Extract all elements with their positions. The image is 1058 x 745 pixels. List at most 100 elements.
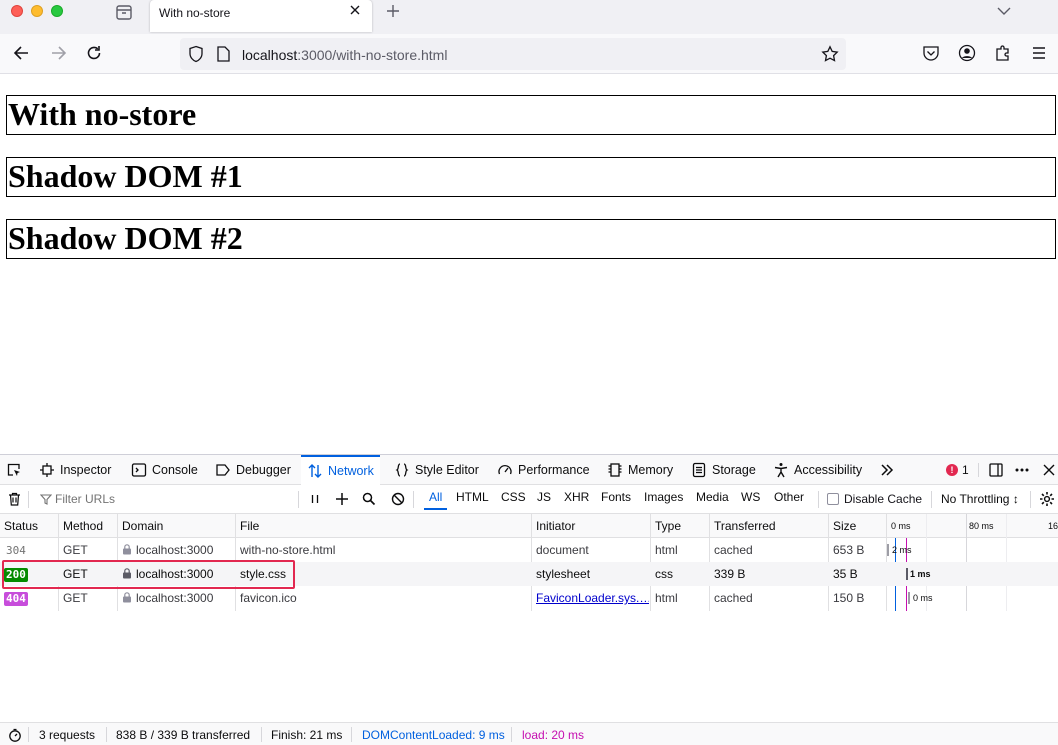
filter-type-html[interactable]: HTML	[451, 491, 494, 510]
waterfall-tick-label: 16	[1048, 521, 1058, 531]
block-requests-icon[interactable]	[391, 492, 405, 506]
account-icon[interactable]	[958, 44, 976, 62]
table-row[interactable]: 304 GET localhost:3000 with-no-store.htm…	[0, 538, 1058, 562]
element-picker-icon[interactable]	[6, 462, 22, 478]
window-close-button[interactable]	[11, 5, 23, 17]
url-bar[interactable]: localhost:3000/with-no-store.html	[180, 38, 846, 70]
tab-label: Memory	[628, 463, 674, 477]
forward-arrow-icon[interactable]	[48, 43, 68, 63]
tab-close-icon[interactable]	[348, 3, 362, 17]
filter-type-all[interactable]: All	[424, 491, 448, 510]
initiator-cell: document	[536, 543, 589, 557]
column-header-transferred[interactable]: Transferred	[710, 514, 826, 538]
tab-storage[interactable]: Storage	[691, 455, 756, 485]
column-header-type[interactable]: Type	[651, 514, 706, 538]
devtools-panel: Inspector Console Debugger Network Style…	[0, 454, 1058, 745]
tab-label: Debugger	[236, 463, 291, 477]
tab-debugger[interactable]: Debugger	[215, 455, 291, 485]
filter-urls-input[interactable]	[30, 488, 290, 510]
table-header: Status Method Domain File Initiator Type…	[0, 514, 1058, 538]
navigation-toolbar: localhost:3000/with-no-store.html	[0, 34, 1058, 74]
tab-network[interactable]: Network	[301, 455, 380, 485]
extensions-icon[interactable]	[994, 44, 1012, 62]
tab-console[interactable]: Console	[131, 455, 198, 485]
filter-type-fonts[interactable]: Fonts	[596, 491, 636, 510]
firefox-view-icon[interactable]	[114, 2, 134, 22]
new-tab-icon[interactable]	[385, 3, 401, 19]
timer-icon[interactable]	[8, 728, 22, 742]
error-icon: !	[946, 464, 958, 476]
shield-icon[interactable]	[188, 45, 204, 63]
divider	[298, 491, 299, 508]
bookmark-star-icon[interactable]	[821, 45, 839, 63]
dock-side-icon[interactable]	[988, 462, 1004, 478]
devtools-toolbar: Inspector Console Debugger Network Style…	[0, 455, 1058, 485]
console-icon	[131, 463, 147, 477]
url-text[interactable]: localhost:3000/with-no-store.html	[242, 47, 447, 63]
tab-label: Storage	[712, 463, 756, 477]
initiator-cell: stylesheet	[536, 567, 591, 581]
tab-accessibility[interactable]: Accessibility	[773, 455, 862, 485]
column-header-file[interactable]: File	[236, 514, 530, 538]
pause-icon[interactable]	[308, 492, 322, 506]
filter-type-css[interactable]: CSS	[496, 491, 531, 510]
column-header-method[interactable]: Method	[59, 514, 116, 538]
filter-type-xhr[interactable]: XHR	[559, 491, 594, 510]
tab-performance[interactable]: Performance	[497, 455, 590, 485]
column-header-status[interactable]: Status	[0, 514, 57, 538]
reload-icon[interactable]	[84, 43, 104, 63]
column-header-initiator[interactable]: Initiator	[532, 514, 649, 538]
more-tools-chevron-icon[interactable]	[879, 462, 895, 478]
search-icon[interactable]	[362, 492, 376, 506]
filter-type-other[interactable]: Other	[769, 491, 809, 510]
add-request-icon[interactable]	[335, 492, 349, 506]
pocket-icon[interactable]	[922, 44, 940, 62]
size-cell: 653 B	[833, 543, 865, 557]
checkbox-box[interactable]	[827, 493, 839, 505]
tab-style-editor[interactable]: Style Editor	[394, 455, 479, 485]
filter-type-ws[interactable]: WS	[736, 491, 765, 510]
divider	[818, 491, 819, 508]
method-cell: GET	[63, 567, 88, 581]
table-row[interactable]: 200 GET localhost:3000 style.css stylesh…	[0, 562, 1058, 586]
filter-type-images[interactable]: Images	[639, 491, 688, 510]
inspector-icon	[40, 463, 54, 477]
lock-icon	[123, 568, 131, 579]
tab-label: Inspector	[60, 463, 112, 477]
window-zoom-button[interactable]	[51, 5, 63, 17]
chevron-down-icon[interactable]	[996, 4, 1012, 18]
close-icon[interactable]	[1041, 462, 1057, 478]
tab-memory[interactable]: Memory	[607, 455, 673, 485]
column-header-size[interactable]: Size	[829, 514, 884, 538]
window-minimize-button[interactable]	[31, 5, 43, 17]
domain-cell: localhost:3000	[118, 538, 234, 562]
browser-tab-active[interactable]: With no-store	[150, 0, 372, 32]
lock-icon	[123, 544, 131, 555]
back-arrow-icon[interactable]	[12, 43, 32, 63]
tab-inspector[interactable]: Inspector	[39, 455, 111, 485]
trash-icon[interactable]	[7, 491, 22, 507]
gear-icon[interactable]	[1039, 491, 1055, 507]
hamburger-menu-icon[interactable]	[1030, 44, 1048, 62]
memory-icon	[608, 463, 622, 477]
filter-type-js[interactable]: JS	[532, 491, 556, 510]
file-cell: with-no-store.html	[240, 543, 336, 557]
column-header-domain[interactable]: Domain	[118, 514, 234, 538]
disable-cache-checkbox[interactable]: Disable Cache	[827, 492, 922, 506]
error-count: 1	[962, 463, 969, 477]
waterfall-tick-label: 0 ms	[891, 521, 911, 531]
tab-label: Accessibility	[794, 463, 863, 477]
divider	[28, 491, 29, 508]
initiator-link[interactable]: FaviconLoader.sys.…	[536, 591, 649, 605]
request-count: 3 requests	[39, 728, 96, 742]
divider	[261, 727, 262, 742]
waterfall-bar	[887, 544, 889, 556]
domcontentloaded-time: DOMContentLoaded: 9 ms	[362, 728, 505, 742]
error-count-badge[interactable]: ! 1	[946, 463, 969, 477]
table-row[interactable]: 404 GET localhost:3000 favicon.ico Favic…	[0, 586, 1058, 610]
tab-label: Network	[328, 464, 374, 478]
throttling-select[interactable]: No Throttling ↕	[941, 492, 1019, 506]
more-options-icon[interactable]	[1014, 462, 1030, 478]
filter-type-media[interactable]: Media	[691, 491, 734, 510]
domain-text: localhost:3000	[136, 591, 214, 605]
